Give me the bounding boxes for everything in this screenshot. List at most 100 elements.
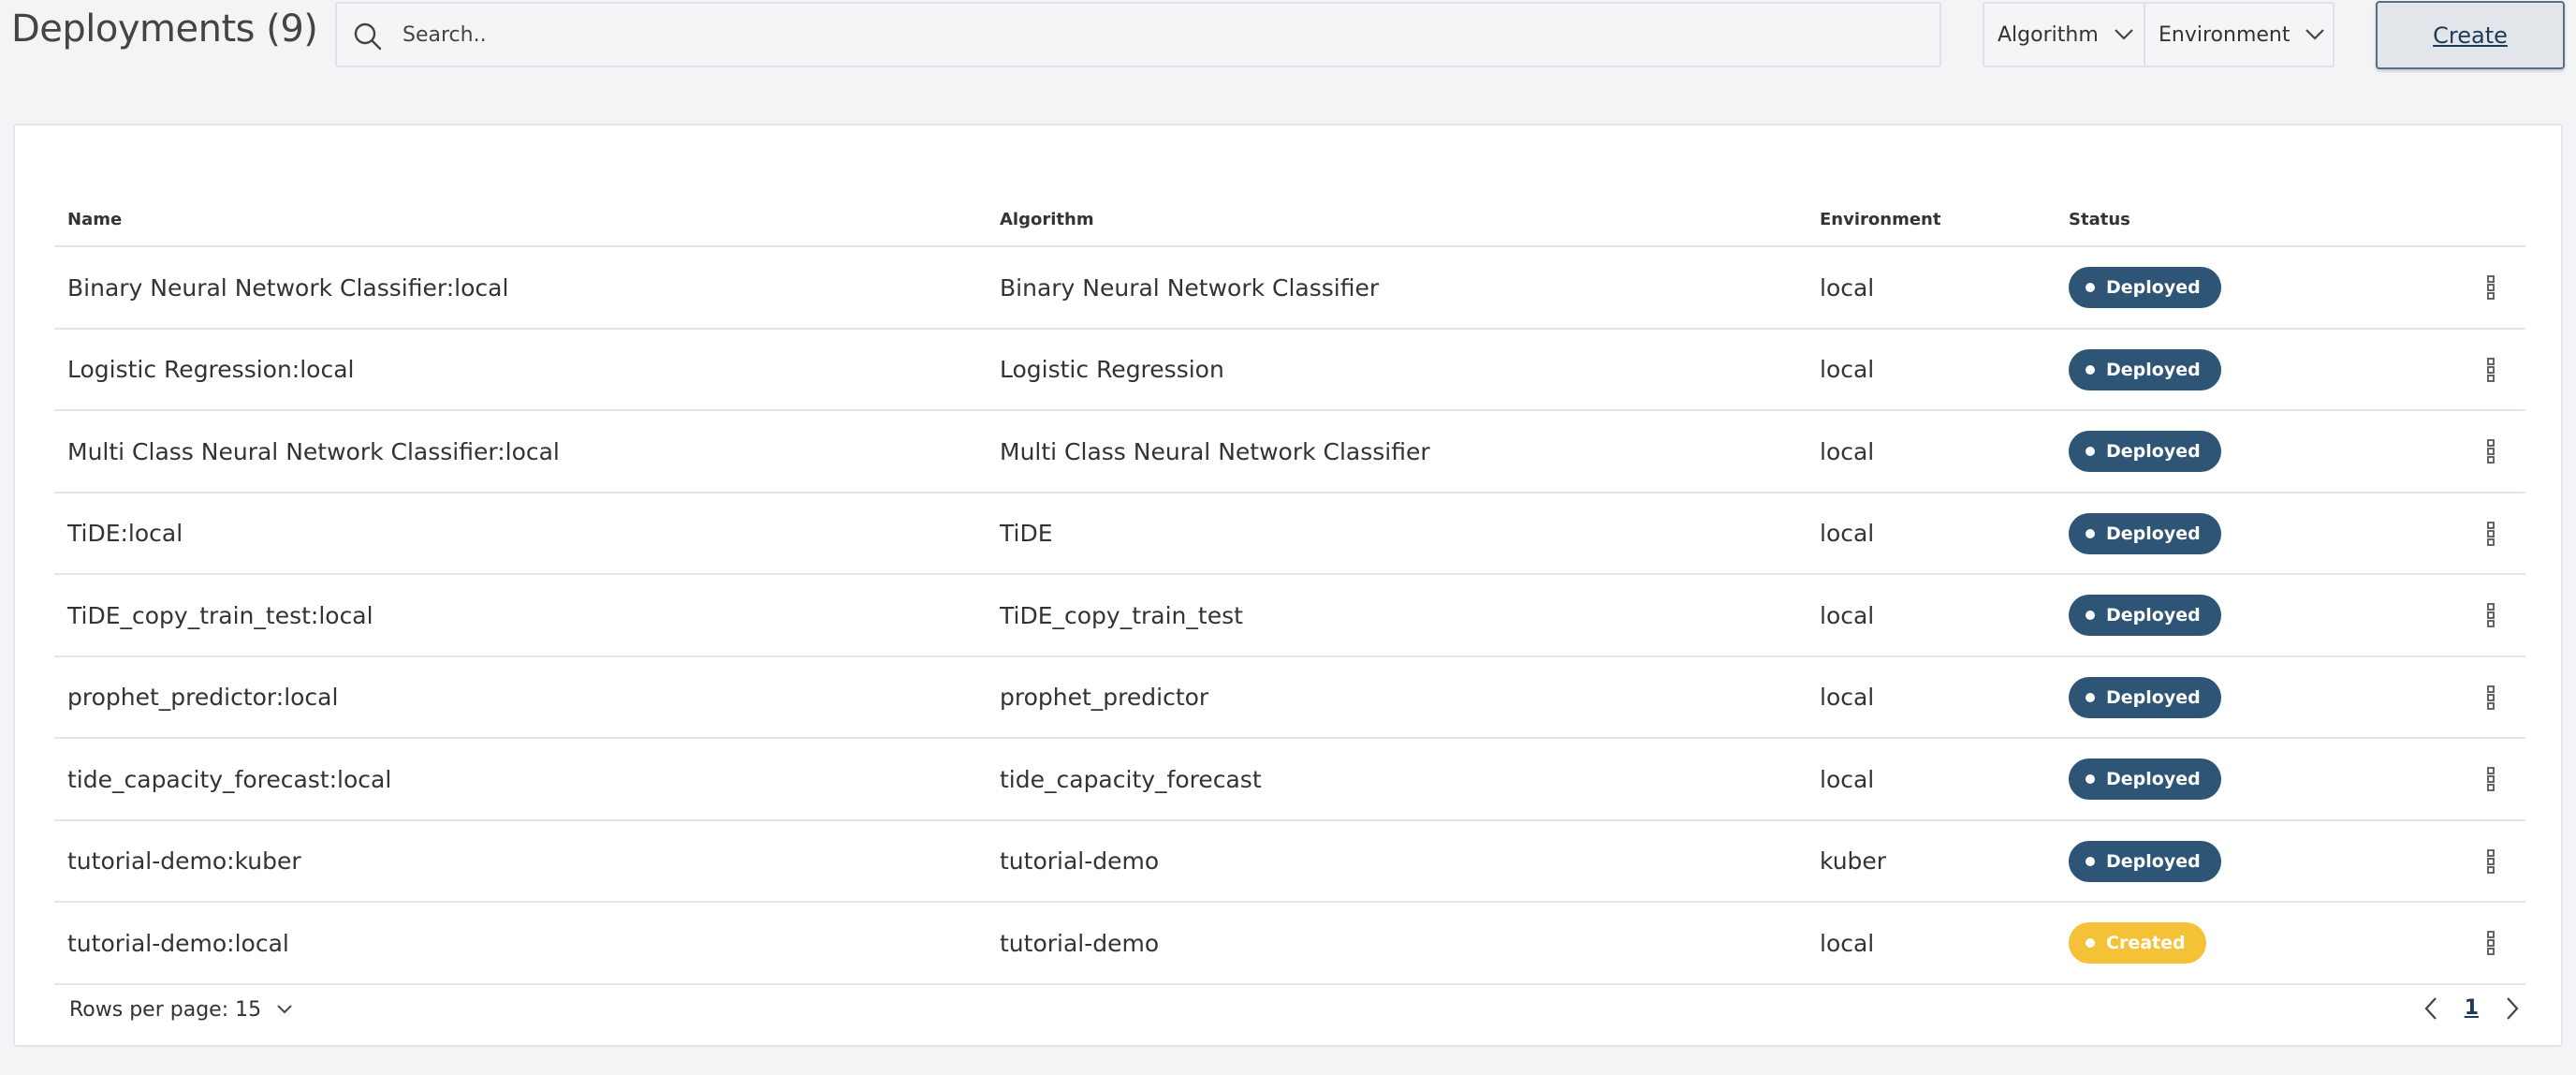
cell-environment: local — [1820, 520, 1875, 547]
cell-algorithm: Multi Class Neural Network Classifier — [1000, 437, 1430, 465]
table-body: Binary Neural Network Classifier:local B… — [54, 247, 2525, 985]
cell-status: Deployed — [2069, 330, 2221, 410]
create-button[interactable]: Create — [2376, 1, 2565, 69]
status-badge-label: Deployed — [2106, 523, 2201, 544]
more-vertical-icon — [2487, 521, 2495, 546]
chevron-left-icon[interactable] — [2423, 996, 2438, 1021]
cell-environment: local — [1820, 601, 1875, 629]
column-header-algorithm: Algorithm — [1000, 210, 1094, 229]
more-vertical-icon — [2487, 603, 2495, 627]
status-badge-label: Deployed — [2106, 359, 2201, 380]
row-menu-button[interactable] — [2477, 575, 2505, 655]
status-badge: Deployed — [2069, 840, 2221, 882]
cell-environment: local — [1820, 929, 1875, 957]
status-badge-label: Created — [2106, 933, 2186, 953]
more-vertical-icon — [2487, 439, 2495, 464]
cell-environment: local — [1820, 765, 1875, 793]
status-badge-label: Deployed — [2106, 769, 2201, 789]
table-row[interactable]: TiDE_copy_train_test:local TiDE_copy_tra… — [54, 575, 2525, 657]
cell-status: Deployed — [2069, 411, 2221, 492]
row-menu-button[interactable] — [2477, 330, 2505, 410]
cell-name: Binary Neural Network Classifier:local — [67, 273, 509, 302]
cell-status: Deployed — [2069, 739, 2221, 819]
table-row[interactable]: tutorial-demo:kuber tutorial-demo kuber … — [54, 821, 2525, 903]
cell-name: TiDE:local — [67, 520, 183, 547]
environment-filter-label: Environment — [2159, 22, 2291, 47]
status-badge-label: Deployed — [2106, 441, 2201, 462]
status-dot-icon — [2086, 856, 2095, 866]
row-menu-button[interactable] — [2477, 903, 2505, 983]
table-row[interactable]: tide_capacity_forecast:local tide_capaci… — [54, 739, 2525, 821]
environment-filter-dropdown[interactable]: Environment — [2145, 4, 2333, 66]
cell-status: Deployed — [2069, 247, 2221, 328]
row-menu-button[interactable] — [2477, 657, 2505, 738]
cell-environment: local — [1820, 437, 1875, 465]
row-menu-button[interactable] — [2477, 739, 2505, 819]
cell-status: Deployed — [2069, 821, 2221, 902]
cell-name: Logistic Regression:local — [67, 356, 355, 383]
deployments-table: Name Algorithm Environment Status Binary… — [54, 169, 2525, 1039]
row-menu-button[interactable] — [2477, 821, 2505, 902]
status-dot-icon — [2086, 283, 2095, 292]
cell-status: Deployed — [2069, 575, 2221, 655]
column-header-status: Status — [2069, 210, 2130, 229]
more-vertical-icon — [2487, 931, 2495, 955]
status-badge-label: Deployed — [2106, 686, 2201, 708]
row-menu-button[interactable] — [2477, 247, 2505, 328]
chevron-down-icon — [2305, 29, 2325, 40]
table-row[interactable]: Binary Neural Network Classifier:local B… — [54, 247, 2525, 330]
cell-environment: kuber — [1820, 847, 1887, 875]
cell-algorithm: tutorial-demo — [1000, 929, 1160, 957]
table-footer: Rows per page: 15 1 — [54, 985, 2525, 1039]
chevron-down-icon — [277, 1005, 292, 1014]
status-dot-icon — [2086, 774, 2095, 784]
table-row[interactable]: Multi Class Neural Network Classifier:lo… — [54, 411, 2525, 493]
column-header-name: Name — [67, 210, 123, 229]
pagination: 1 — [2423, 996, 2520, 1021]
status-badge: Deployed — [2069, 348, 2221, 390]
status-badge: Deployed — [2069, 676, 2221, 718]
chevron-right-icon[interactable] — [2505, 996, 2520, 1021]
more-vertical-icon — [2487, 767, 2495, 791]
rows-per-page-select[interactable]: Rows per page: 15 — [69, 998, 293, 1022]
search-icon — [354, 22, 382, 51]
cell-name: Multi Class Neural Network Classifier:lo… — [67, 437, 560, 465]
status-dot-icon — [2086, 528, 2095, 538]
page-number-current[interactable]: 1 — [2465, 996, 2479, 1020]
column-header-environment: Environment — [1820, 210, 1941, 229]
row-menu-button[interactable] — [2477, 493, 2505, 574]
row-menu-button[interactable] — [2477, 411, 2505, 492]
table-header: Name Algorithm Environment Status — [54, 169, 2525, 247]
search-input[interactable] — [402, 15, 1900, 54]
status-dot-icon — [2086, 938, 2095, 948]
rows-per-page-label: Rows per page: 15 — [69, 997, 262, 1022]
cell-status: Deployed — [2069, 657, 2221, 738]
cell-algorithm: tutorial-demo — [1000, 847, 1160, 875]
top-bar: Deployments (9) Algorithm Environment Cr… — [0, 0, 2576, 71]
cell-algorithm: Logistic Regression — [1000, 356, 1224, 383]
status-badge-label: Deployed — [2106, 605, 2201, 626]
table-row[interactable]: TiDE:local TiDE local Deployed — [54, 493, 2525, 575]
status-badge-label: Deployed — [2106, 850, 2201, 872]
cell-environment: local — [1820, 356, 1875, 383]
more-vertical-icon — [2487, 275, 2495, 300]
cell-algorithm: TiDE_copy_train_test — [1000, 601, 1243, 629]
status-badge: Deployed — [2069, 431, 2221, 472]
cell-status: Created — [2069, 903, 2206, 983]
cell-name: tide_capacity_forecast:local — [67, 765, 392, 793]
table-row[interactable]: prophet_predictor:local prophet_predicto… — [54, 657, 2525, 739]
cell-status: Deployed — [2069, 493, 2221, 574]
search-box[interactable] — [335, 2, 1941, 67]
more-vertical-icon — [2487, 848, 2495, 874]
table-row[interactable]: Logistic Regression:local Logistic Regre… — [54, 330, 2525, 411]
page-title: Deployments (9) — [11, 7, 318, 51]
more-vertical-icon — [2487, 685, 2495, 710]
status-badge-label: Deployed — [2106, 277, 2201, 298]
cell-algorithm: tide_capacity_forecast — [1000, 765, 1262, 793]
algorithm-filter-dropdown[interactable]: Algorithm — [1984, 4, 2145, 66]
table-row[interactable]: tutorial-demo:local tutorial-demo local … — [54, 903, 2525, 985]
cell-name: TiDE_copy_train_test:local — [67, 601, 373, 629]
cell-algorithm: TiDE — [1000, 520, 1053, 547]
cell-name: tutorial-demo:local — [67, 929, 289, 957]
status-badge: Deployed — [2069, 267, 2221, 308]
